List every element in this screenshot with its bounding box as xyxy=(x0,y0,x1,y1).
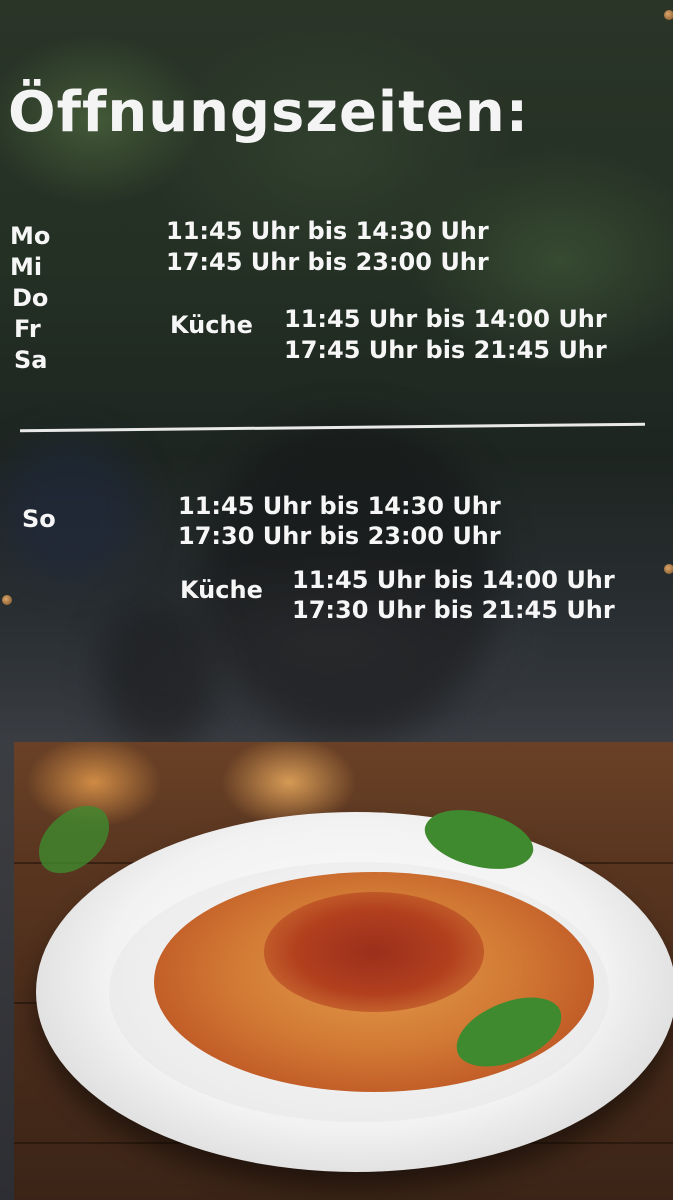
kitchen-hours-line: 17:30 Uhr bis 21:45 Uhr xyxy=(292,596,615,624)
screw-icon xyxy=(664,564,673,574)
sauce xyxy=(264,892,484,1012)
day-label: Sa xyxy=(14,346,48,374)
day-label: So xyxy=(22,505,56,533)
day-label: Mo xyxy=(10,222,51,250)
kitchen-label: Küche xyxy=(180,576,263,604)
herb-icon xyxy=(25,795,123,884)
screw-icon xyxy=(2,595,12,605)
opening-hours-line: 17:30 Uhr bis 23:00 Uhr xyxy=(178,522,501,550)
kitchen-hours-line: 11:45 Uhr bis 14:00 Uhr xyxy=(284,305,607,333)
reflection-shape xyxy=(0,440,140,580)
kitchen-hours-line: 17:45 Uhr bis 21:45 Uhr xyxy=(284,336,607,364)
spaghetti-bolognese-plate-icon xyxy=(14,742,673,1200)
opening-hours-line: 17:45 Uhr bis 23:00 Uhr xyxy=(166,248,489,276)
opening-hours-line: 11:45 Uhr bis 14:30 Uhr xyxy=(178,492,501,520)
day-label: Do xyxy=(12,284,49,312)
opening-hours-sign: Öffnungszeiten: Mo Mi Do Fr Sa 11:45 Uhr… xyxy=(0,0,673,1200)
reflection-shape xyxy=(100,600,220,750)
screw-icon xyxy=(664,10,673,20)
day-label: Mi xyxy=(10,253,43,281)
day-label: Fr xyxy=(14,315,41,343)
kitchen-hours-line: 11:45 Uhr bis 14:00 Uhr xyxy=(292,566,615,594)
opening-hours-line: 11:45 Uhr bis 14:30 Uhr xyxy=(166,217,489,245)
kitchen-label: Küche xyxy=(170,311,253,339)
sign-title: Öffnungszeiten: xyxy=(8,80,530,145)
